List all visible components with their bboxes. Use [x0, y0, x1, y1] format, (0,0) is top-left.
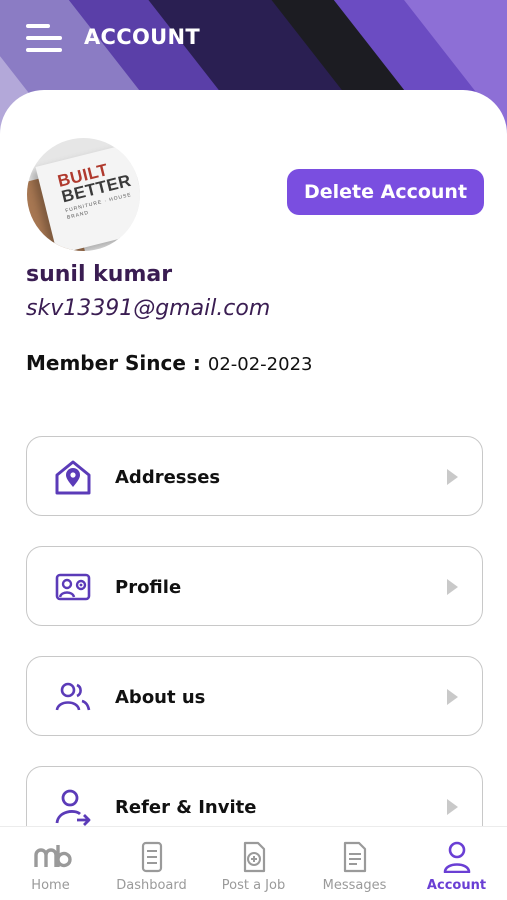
menu-item-addresses[interactable]: Addresses: [26, 436, 483, 516]
nav-account[interactable]: Account: [406, 827, 507, 900]
delete-account-button[interactable]: Delete Account: [287, 169, 484, 215]
bottom-navigation: Home Dashboard Post a Job Messages Accou…: [0, 826, 507, 900]
menu-item-refer-invite[interactable]: Refer & Invite: [26, 766, 483, 830]
chevron-right-icon: [447, 689, 458, 705]
user-name: sunil kumar: [26, 262, 173, 287]
member-since-date: 02-02-2023: [207, 354, 313, 375]
messages-icon: [343, 841, 366, 873]
hamburger-menu-icon[interactable]: [26, 24, 62, 52]
nav-messages[interactable]: Messages: [304, 827, 405, 900]
address-home-icon: [55, 460, 91, 495]
chevron-right-icon: [447, 579, 458, 595]
menu-item-profile[interactable]: Profile: [26, 546, 483, 626]
profile-card-icon: [55, 573, 91, 601]
menu-item-label: Addresses: [115, 466, 221, 488]
menu-item-about-us[interactable]: About us: [26, 656, 483, 736]
page-title: ACCOUNT: [84, 25, 200, 49]
chevron-right-icon: [447, 799, 458, 815]
menu-item-label: Refer & Invite: [115, 796, 257, 818]
menu-item-label: Profile: [115, 576, 182, 598]
post-job-icon: [243, 841, 265, 873]
account-content: BUILT BETTER FURNITURE · HOUSE BRAND Del…: [0, 90, 507, 830]
dashboard-icon: [141, 841, 162, 873]
nav-dashboard[interactable]: Dashboard: [101, 827, 202, 900]
refer-user-icon: [55, 789, 91, 826]
nav-post-a-job[interactable]: Post a Job: [203, 827, 304, 900]
avatar[interactable]: BUILT BETTER FURNITURE · HOUSE BRAND: [27, 138, 140, 251]
chevron-right-icon: [447, 469, 458, 485]
member-since: Member Since : 02-02-2023: [26, 351, 313, 375]
menu-item-label: About us: [115, 686, 206, 708]
users-icon: [55, 682, 91, 711]
user-email: skv13391@gmail.com: [26, 296, 271, 321]
nav-home[interactable]: Home: [0, 827, 101, 900]
account-icon: [443, 841, 470, 873]
mb-logo-icon: [33, 845, 72, 868]
